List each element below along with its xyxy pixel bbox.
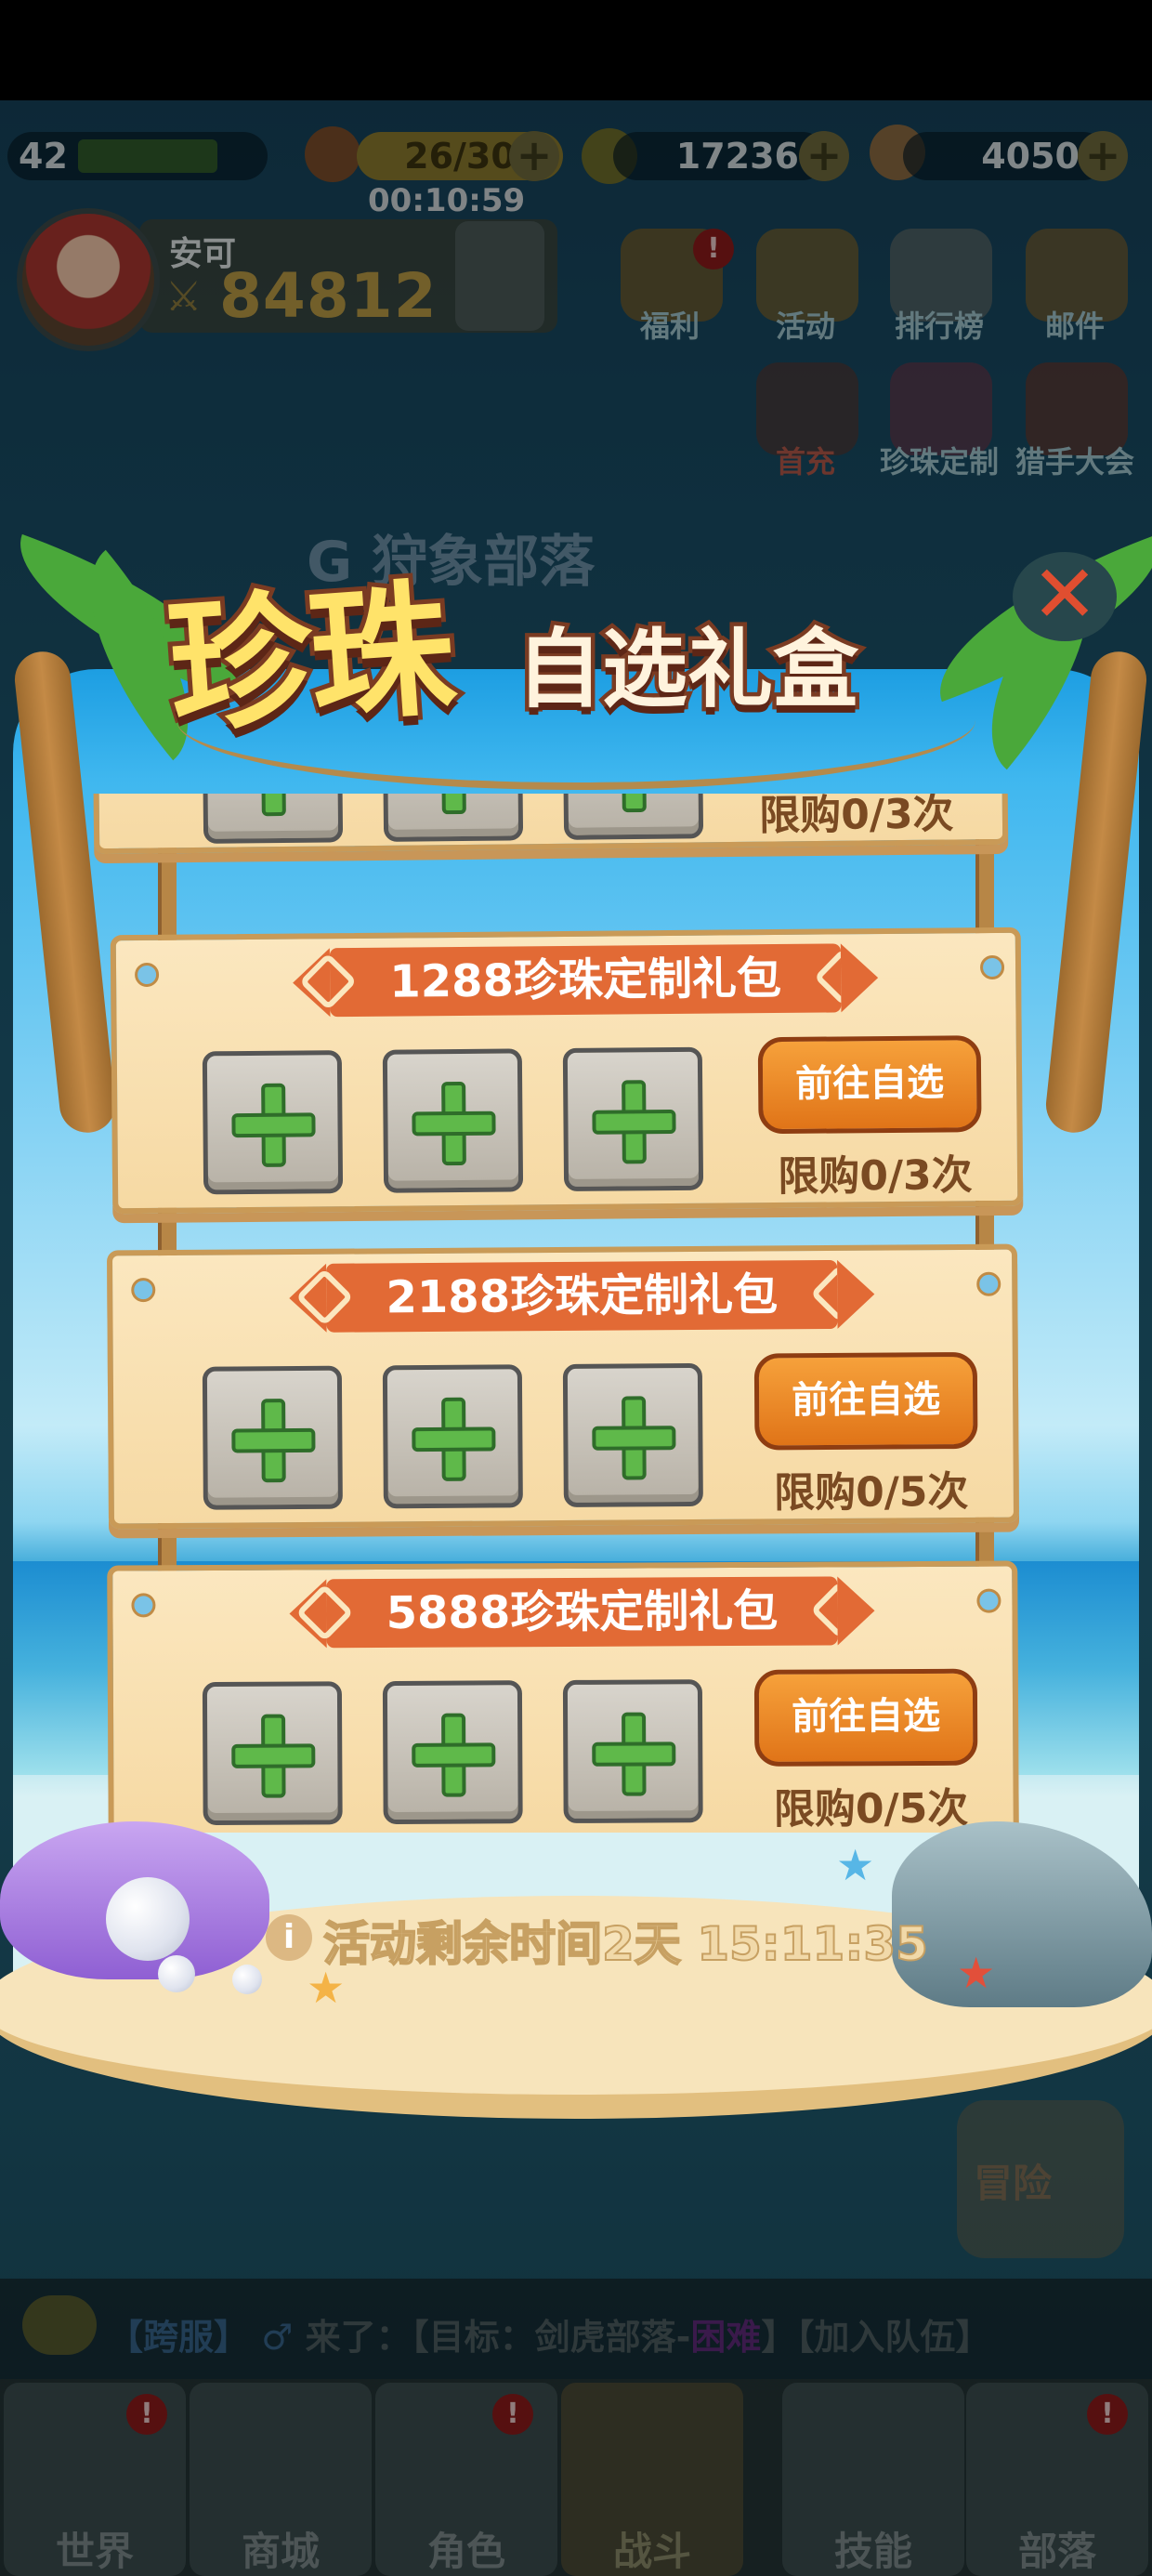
pack-card-partial: 限购0/3次 xyxy=(93,794,1009,855)
pack-slot-add[interactable] xyxy=(562,1046,704,1192)
pack-name: 1288珍珠定制礼包 xyxy=(389,952,782,1008)
pack-slot-partial-1[interactable] xyxy=(202,794,344,844)
nail-icon xyxy=(131,1278,156,1303)
nail-icon xyxy=(131,1593,156,1618)
remaining-time-text: 活动剩余时间2天 15:11:35 xyxy=(322,1916,929,1972)
starfish-icon: ★ xyxy=(957,1948,996,1998)
pack-partial-limit: 限购0/3次 xyxy=(758,794,954,840)
pack-name-banner: 5888珍珠定制礼包 xyxy=(295,1576,869,1649)
nail-icon xyxy=(976,1588,1001,1613)
go-select-button[interactable]: 前往自选 xyxy=(753,1351,978,1451)
pack-card-1288: 1288珍珠定制礼包 前往自选 限购0/3次 xyxy=(110,927,1024,1215)
info-icon[interactable]: i xyxy=(266,1914,312,1961)
pack-slot-add[interactable] xyxy=(562,1679,703,1823)
activity-remaining-time: 活动剩余时间2天 15:11:35 xyxy=(322,1907,929,1974)
purchase-limit: 限购0/3次 xyxy=(778,1151,973,1202)
popup-title-main: 珍珠 xyxy=(158,560,461,758)
pack-name: 5888珍珠定制礼包 xyxy=(386,1584,779,1639)
pack-slot-add[interactable] xyxy=(202,1050,344,1195)
purchase-limit: 限购0/5次 xyxy=(773,1467,969,1518)
pack-card-5888: 5888珍珠定制礼包 前往自选 限购0/5次 xyxy=(107,1560,1019,1833)
pack-slot-add[interactable] xyxy=(382,1048,524,1193)
pack-slot-add[interactable] xyxy=(382,1680,523,1825)
nail-icon xyxy=(976,1271,1001,1296)
pack-slot-add[interactable] xyxy=(202,1365,343,1510)
game-screen: { "hud": { "level": "42", "energy": "26/… xyxy=(0,0,1152,2576)
pack-name-banner: 1288珍珠定制礼包 xyxy=(299,943,872,1018)
pack-card-2188: 2188珍珠定制礼包 前往自选 限购0/5次 xyxy=(106,1243,1020,1530)
pearl-icon xyxy=(106,1877,190,1961)
popup-title-sub: 自选礼盒 xyxy=(512,616,862,724)
pack-list[interactable]: 限购0/3次 1288珍珠定制礼包 前往自选 限购0/3次 2188珍珠定制礼包… xyxy=(93,794,1059,1833)
pack-name-banner: 2188珍珠定制礼包 xyxy=(295,1259,869,1333)
nail-icon xyxy=(979,954,1005,980)
go-select-button[interactable]: 前往自选 xyxy=(753,1668,978,1767)
pearl-icon xyxy=(158,1955,195,1992)
pack-slot-add[interactable] xyxy=(562,1362,703,1507)
status-bar xyxy=(0,0,1152,100)
pack-name: 2188珍珠定制礼包 xyxy=(386,1268,779,1324)
pack-slot-add[interactable] xyxy=(202,1681,343,1826)
pack-slot-partial-2[interactable] xyxy=(382,794,524,842)
go-select-button[interactable]: 前往自选 xyxy=(757,1035,982,1135)
nail-icon xyxy=(134,962,160,988)
purchase-limit: 限购0/5次 xyxy=(773,1784,969,1833)
starfish-icon: ★ xyxy=(836,1840,875,1890)
pack-slot-partial-3[interactable] xyxy=(562,794,704,840)
pack-slot-add[interactable] xyxy=(382,1364,523,1509)
pearl-icon xyxy=(232,1965,262,1994)
close-button[interactable]: ✕ xyxy=(1013,552,1117,641)
